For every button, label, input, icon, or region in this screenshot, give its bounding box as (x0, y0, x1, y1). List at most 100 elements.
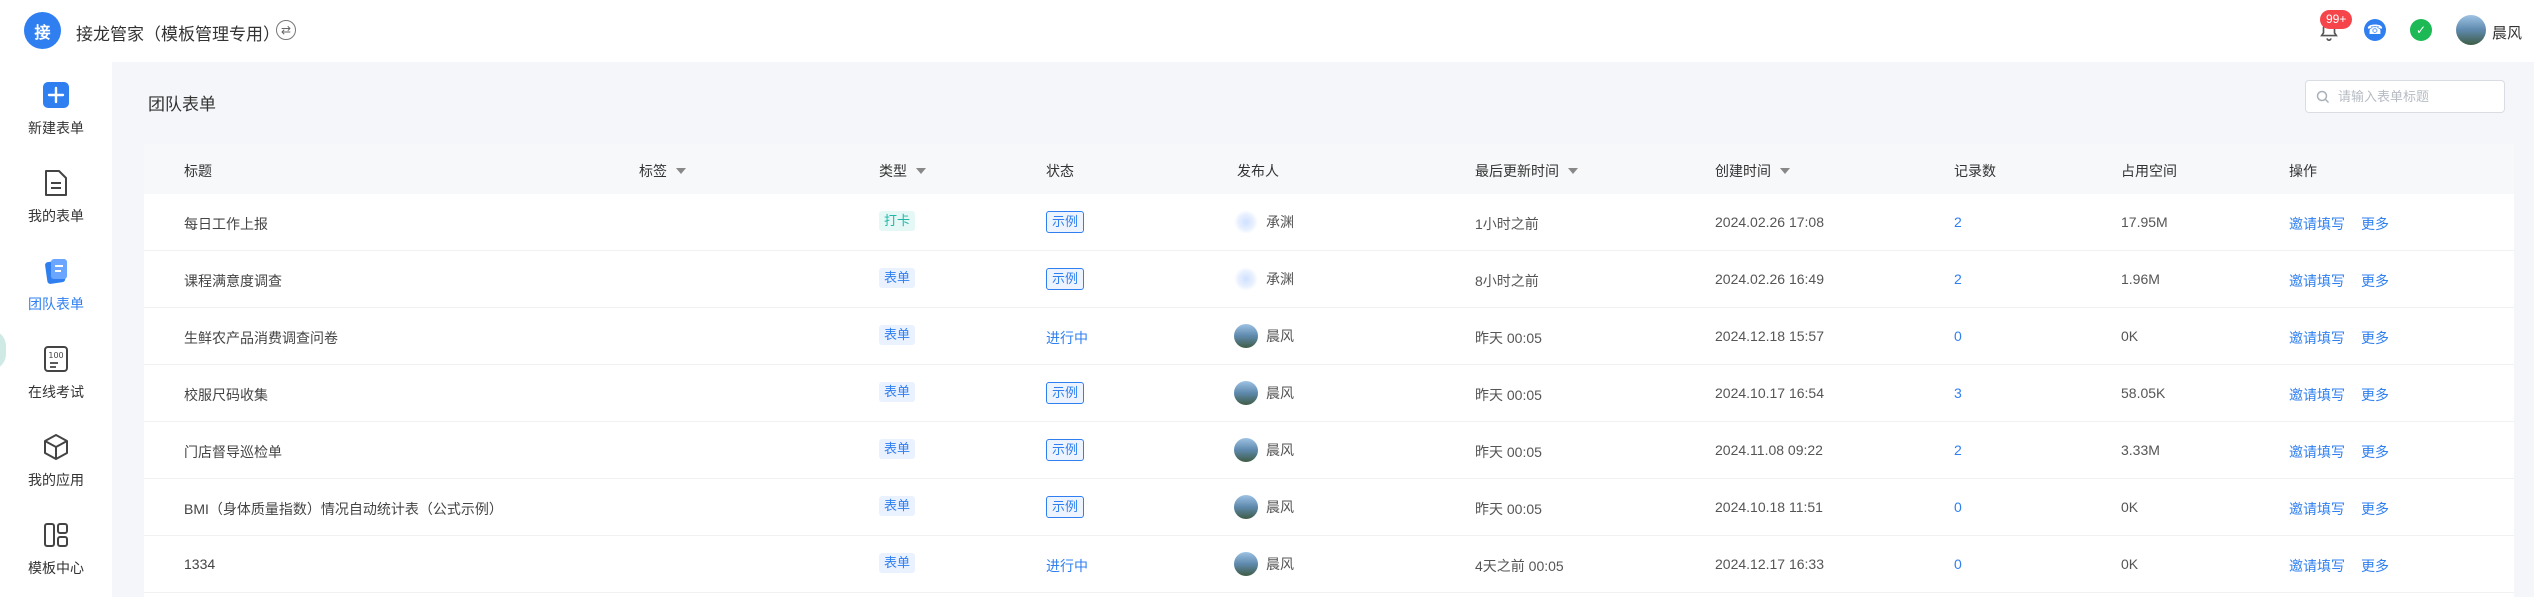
type-badge: 表单 (879, 439, 916, 459)
form-title[interactable]: 每日工作上报 (184, 214, 268, 234)
space-used: 0K (2121, 499, 2139, 515)
col-tags[interactable]: 标签 (639, 161, 686, 181)
sidebar: 新建表单 我的表单 团队表单 100 在线考试 我的应用 模板中心 (0, 62, 112, 597)
form-title[interactable]: 1334 (184, 556, 215, 572)
page-title: 团队表单 (148, 95, 216, 114)
invite-fill-link[interactable]: 邀请填写 (2289, 214, 2345, 234)
publisher-name: 晨风 (1266, 442, 1294, 458)
created-time: 2024.02.26 17:08 (1715, 214, 1824, 230)
publisher: 晨风 (1234, 438, 1294, 462)
publisher-avatar (1234, 324, 1258, 348)
record-count-link[interactable]: 2 (1954, 214, 1962, 230)
sidebar-item-team-forms[interactable]: 团队表单 (0, 242, 112, 322)
record-count-link[interactable]: 2 (1954, 271, 1962, 287)
sidebar-item-label: 新建表单 (28, 120, 84, 136)
table-row[interactable]: 每日工作上报 打卡 示例 承渊 1小时之前 2024.02.26 17:08 2… (144, 194, 2514, 251)
publisher-avatar (1234, 210, 1258, 234)
type-badge: 表单 (879, 496, 916, 516)
invite-fill-link[interactable]: 邀请填写 (2289, 328, 2345, 348)
created-time: 2024.10.18 11:51 (1715, 499, 1823, 515)
updated-time: 昨天 00:05 (1475, 444, 1542, 460)
team-form-icon (41, 256, 71, 286)
type-badge: 表单 (879, 382, 916, 402)
publisher-avatar (1234, 552, 1258, 576)
more-link[interactable]: 更多 (2361, 328, 2389, 348)
publisher-name: 晨风 (1266, 499, 1294, 515)
record-count-link[interactable]: 2 (1954, 442, 1962, 458)
record-count-link[interactable]: 3 (1954, 385, 1962, 401)
updated-time: 昨天 00:05 (1475, 387, 1542, 403)
col-type[interactable]: 类型 (879, 161, 926, 181)
invite-fill-link[interactable]: 邀请填写 (2289, 499, 2345, 519)
search-box[interactable] (2305, 80, 2505, 113)
sidebar-item-label: 模板中心 (28, 560, 84, 576)
type-badge: 表单 (879, 325, 916, 345)
more-link[interactable]: 更多 (2361, 214, 2389, 234)
search-input[interactable] (2338, 89, 2498, 104)
caret-down-icon[interactable] (1780, 168, 1790, 174)
sidebar-item-my-apps[interactable]: 我的应用 (0, 418, 112, 498)
publisher-avatar (1234, 267, 1258, 291)
form-title[interactable]: 课程满意度调查 (184, 271, 282, 291)
invite-fill-link[interactable]: 邀请填写 (2289, 271, 2345, 291)
sidebar-item-online-exam[interactable]: 100 在线考试 (0, 330, 112, 410)
table-row[interactable]: 校服尺码收集 表单 示例 晨风 昨天 00:05 2024.10.17 16:5… (144, 365, 2514, 422)
caret-down-icon[interactable] (916, 168, 926, 174)
publisher-name: 晨风 (1266, 328, 1294, 344)
table-row[interactable]: 门店督导巡检单 表单 示例 晨风 昨天 00:05 2024.11.08 09:… (144, 422, 2514, 479)
app-logo[interactable]: 接 (24, 12, 61, 49)
cube-icon (41, 432, 71, 462)
sidebar-item-new-form[interactable]: 新建表单 (0, 66, 112, 146)
sidebar-item-my-forms[interactable]: 我的表单 (0, 154, 112, 234)
main-content: 团队表单 标题 标签 类型 状态 发布人 最后更新时间 创建时间 记录数 占用空… (112, 62, 2534, 597)
app-title: 接龙管家（模板管理专用） (76, 25, 280, 44)
updated-time: 1小时之前 (1475, 216, 1539, 232)
record-count-link[interactable]: 0 (1954, 328, 1962, 344)
wechat-icon[interactable]: ✓ (2410, 19, 2432, 41)
more-link[interactable]: 更多 (2361, 271, 2389, 291)
invite-fill-link[interactable]: 邀请填写 (2289, 442, 2345, 462)
form-title[interactable]: 门店督导巡检单 (184, 442, 282, 462)
more-link[interactable]: 更多 (2361, 385, 2389, 405)
col-publisher: 发布人 (1237, 161, 1279, 181)
col-updated-label: 最后更新时间 (1475, 163, 1559, 179)
publisher: 承渊 (1234, 267, 1294, 291)
record-count-link[interactable]: 0 (1954, 499, 1962, 515)
document-icon (41, 168, 71, 198)
status-badge: 示例 (1046, 211, 1085, 233)
type-badge: 表单 (879, 553, 916, 573)
publisher: 晨风 (1234, 381, 1294, 405)
invite-fill-link[interactable]: 邀请填写 (2289, 556, 2345, 576)
table-row[interactable]: 1334 表单 进行中 晨风 4天之前 00:05 2024.12.17 16:… (144, 536, 2514, 593)
invite-fill-link[interactable]: 邀请填写 (2289, 385, 2345, 405)
table-row[interactable]: 生鲜农产品消费调查问卷 表单 进行中 晨风 昨天 00:05 2024.12.1… (144, 308, 2514, 365)
table-row[interactable]: 课程满意度调查 表单 示例 承渊 8小时之前 2024.02.26 16:49 … (144, 251, 2514, 308)
col-space: 占用空间 (2121, 161, 2177, 181)
publisher-avatar (1234, 495, 1258, 519)
space-used: 58.05K (2121, 385, 2166, 401)
col-created[interactable]: 创建时间 (1715, 161, 1790, 181)
user-avatar[interactable] (2456, 15, 2486, 45)
user-name[interactable]: 晨风 (2492, 22, 2522, 43)
sidebar-item-label: 团队表单 (28, 296, 84, 312)
more-link[interactable]: 更多 (2361, 499, 2389, 519)
form-title[interactable]: 校服尺码收集 (184, 385, 268, 405)
col-updated[interactable]: 最后更新时间 (1475, 161, 1578, 181)
customer-service-icon[interactable]: ☎ (2364, 19, 2386, 41)
col-actions-label: 操作 (2289, 163, 2317, 179)
switch-team-icon[interactable]: ⇄ (276, 20, 296, 40)
publisher-name: 承渊 (1266, 214, 1294, 230)
caret-down-icon[interactable] (676, 168, 686, 174)
col-records: 记录数 (1954, 161, 1996, 181)
form-title[interactable]: 生鲜农产品消费调查问卷 (184, 328, 338, 348)
record-count-link[interactable]: 0 (1954, 556, 1962, 572)
table-row[interactable]: BMI（身体质量指数）情况自动统计表（公式示例） 表单 示例 晨风 昨天 00:… (144, 479, 2514, 536)
more-link[interactable]: 更多 (2361, 556, 2389, 576)
publisher-name: 晨风 (1266, 385, 1294, 401)
form-title[interactable]: BMI（身体质量指数）情况自动统计表（公式示例） (184, 499, 503, 519)
more-link[interactable]: 更多 (2361, 442, 2389, 462)
grid-icon (41, 520, 71, 550)
sidebar-item-template-center[interactable]: 模板中心 (0, 506, 112, 586)
caret-down-icon[interactable] (1568, 168, 1578, 174)
created-time: 2024.12.18 15:57 (1715, 328, 1824, 344)
